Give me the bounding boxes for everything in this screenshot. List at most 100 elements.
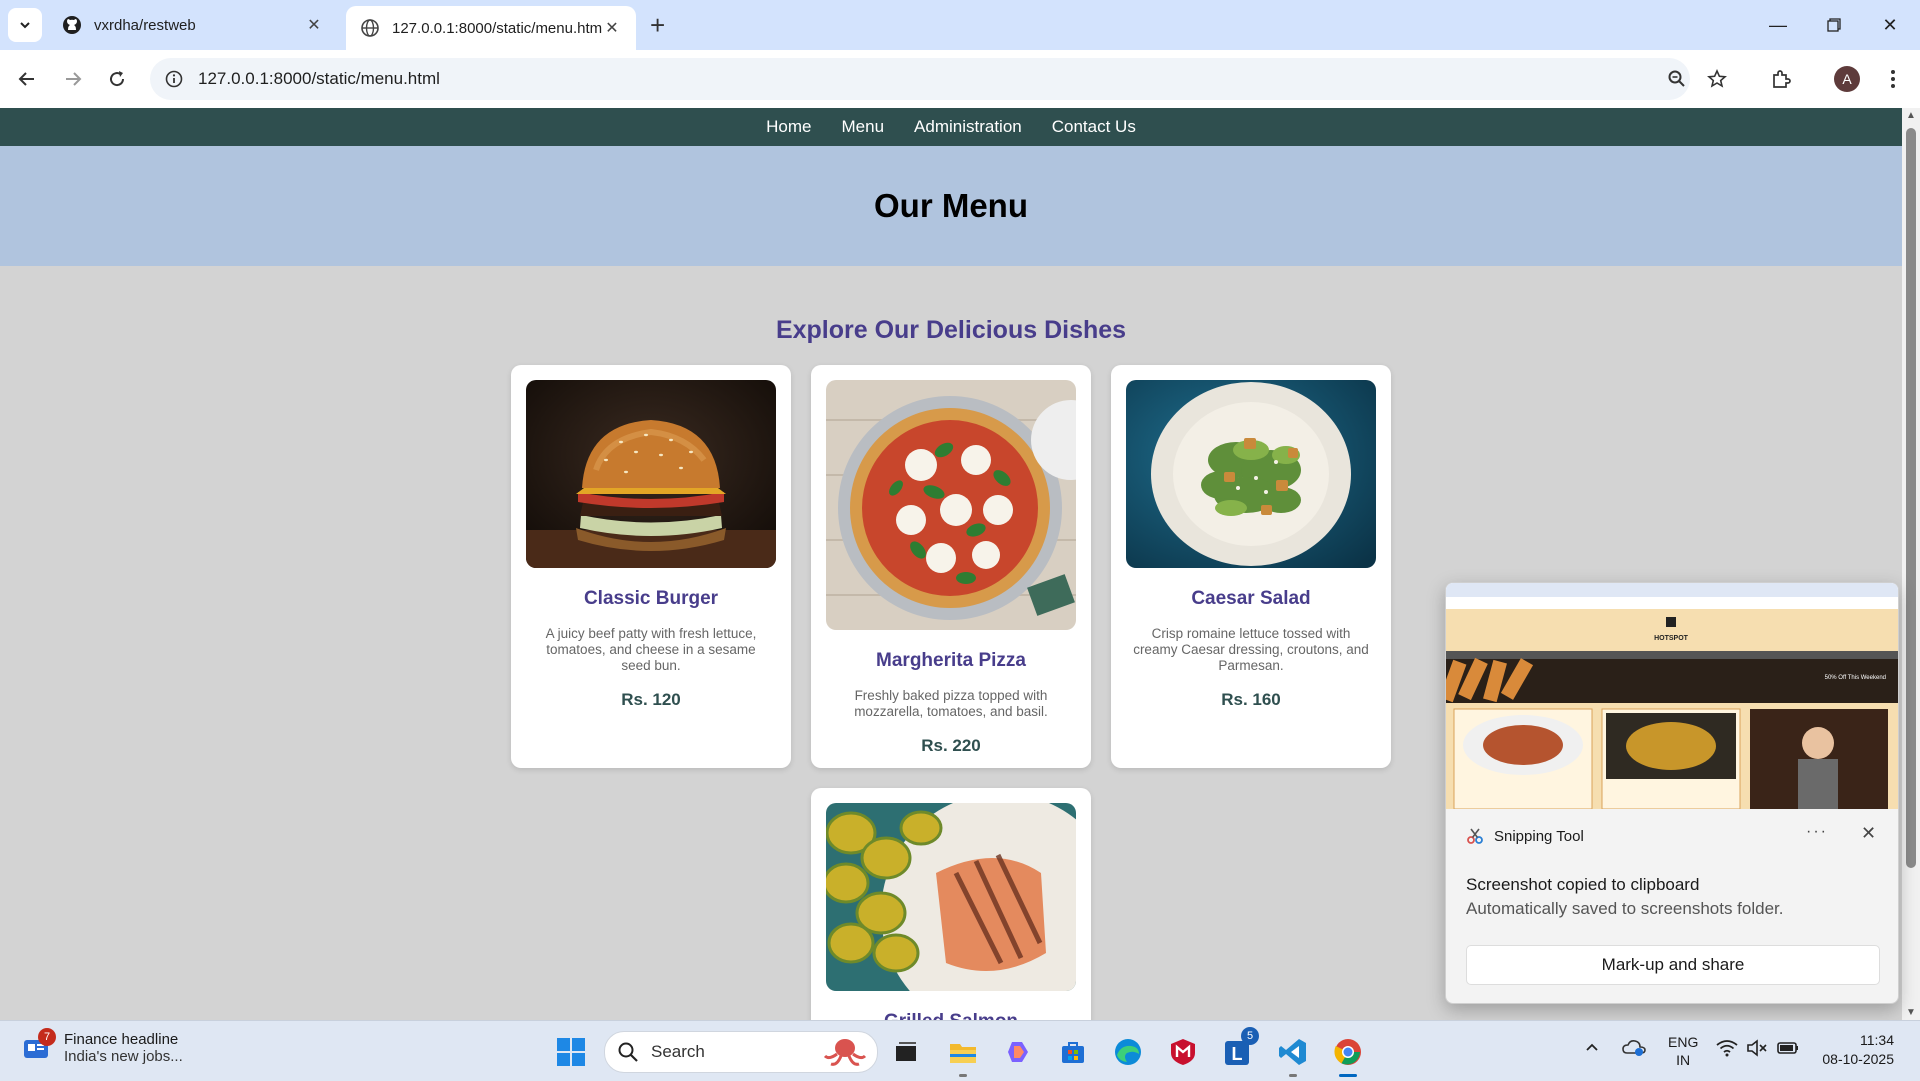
browser-tab-bar: vxrdha/restweb ✕ 127.0.0.1:8000/static/m… <box>0 0 1920 50</box>
windows-taskbar: 7 Finance headline India's new jobs... S… <box>0 1020 1920 1081</box>
dish-description: Freshly baked pizza topped with mozzarel… <box>854 688 1048 719</box>
nav-contact-us[interactable]: Contact Us <box>1052 117 1136 137</box>
preview-brand: HOTSPOT <box>1654 635 1689 642</box>
screenshot-preview[interactable]: HOTSPOT 50% Off This Weekend <box>1446 583 1898 809</box>
chrome-icon[interactable] <box>1331 1035 1365 1077</box>
clock-date: 08-10-2025 <box>1822 1051 1894 1067</box>
dish-name: Grilled Salmon <box>826 1011 1076 1020</box>
language-bottom: IN <box>1676 1052 1691 1068</box>
section-title: Explore Our Delicious Dishes <box>775 316 1127 344</box>
page-scrollbar[interactable]: ▲ ▼ <box>1902 108 1920 1020</box>
site-info-icon[interactable] <box>164 69 184 89</box>
close-icon[interactable]: ✕ <box>602 18 622 38</box>
microsoft-store-icon[interactable] <box>1056 1035 1090 1069</box>
dish-name: Margherita Pizza <box>876 650 1026 671</box>
forward-button[interactable] <box>56 62 90 96</box>
toast-app-name: Snipping Tool <box>1494 827 1584 845</box>
onedrive-icon[interactable] <box>1622 1037 1646 1060</box>
new-tab-button[interactable]: + <box>650 10 665 40</box>
more-menu-icon[interactable] <box>1876 62 1910 96</box>
dish-card-salmon: Grilled Salmon <box>811 788 1091 1020</box>
back-arrow-icon <box>18 72 34 86</box>
dish-image-pizza <box>826 380 1076 630</box>
octopus-search-highlight-icon <box>823 1039 867 1066</box>
scroll-up-icon[interactable]: ▲ <box>1906 110 1916 121</box>
dish-image-salad <box>1126 380 1376 568</box>
chevron-down-icon <box>20 22 30 29</box>
dish-price: Rs. 220 <box>921 736 981 755</box>
dish-card-burger: Classic Burger A juicy beef patty with f… <box>511 365 791 768</box>
tab-github[interactable]: vxrdha/restweb ✕ <box>48 6 338 44</box>
extensions-icon[interactable] <box>1764 62 1798 96</box>
zoom-icon[interactable] <box>1660 62 1694 96</box>
chevron-up-icon <box>1586 1043 1598 1051</box>
edge-icon[interactable] <box>1111 1035 1145 1069</box>
address-bar[interactable]: 127.0.0.1:8000/static/menu.html <box>150 58 1690 100</box>
scroll-down-icon[interactable]: ▼ <box>1906 1007 1916 1018</box>
scrollbar-thumb[interactable] <box>1906 128 1916 868</box>
nav-home[interactable]: Home <box>766 117 811 137</box>
hero-header: Our Menu <box>0 146 1902 266</box>
reload-button[interactable] <box>100 62 134 96</box>
more-options-icon[interactable]: ··· <box>1806 823 1828 841</box>
search-icon <box>618 1042 638 1062</box>
running-indicator <box>1289 1074 1297 1077</box>
news-badge: 7 <box>38 1028 56 1046</box>
browser-toolbar: 127.0.0.1:8000/static/menu.html A <box>0 50 1920 108</box>
news-headline: Finance headline <box>64 1031 179 1048</box>
close-window-button[interactable]: ✕ <box>1862 8 1918 42</box>
taskbar-search[interactable]: Search <box>604 1031 878 1073</box>
nav-administration[interactable]: Administration <box>914 117 1022 137</box>
snipping-tool-notification: HOTSPOT 50% Off This Weekend Snipping To… <box>1445 582 1899 1004</box>
nav-menu[interactable]: Menu <box>842 117 885 137</box>
bookmark-star-icon[interactable] <box>1700 62 1734 96</box>
wifi-icon[interactable] <box>1716 1039 1738 1060</box>
dish-card-pizza: Margherita Pizza Freshly baked pizza top… <box>811 365 1091 768</box>
copilot-icon[interactable] <box>1001 1035 1035 1069</box>
clock-time: 11:34 <box>1860 1032 1894 1048</box>
volume-muted-icon[interactable] <box>1746 1039 1768 1060</box>
back-button[interactable] <box>10 62 44 96</box>
search-label: Search <box>651 1042 705 1061</box>
markup-and-share-button[interactable]: Mark-up and share <box>1466 945 1880 985</box>
restore-button[interactable] <box>1806 8 1862 42</box>
system-clock[interactable]: 11:34 08-10-2025 <box>1812 1031 1894 1069</box>
preview-banner: 50% Off This Weekend <box>1825 675 1886 681</box>
show-hidden-icons-chevron[interactable] <box>1584 1039 1600 1058</box>
dish-name: Caesar Salad <box>1191 588 1311 609</box>
tab-search-button[interactable] <box>8 8 42 42</box>
vscode-icon[interactable] <box>1276 1035 1310 1077</box>
github-icon <box>62 15 82 35</box>
close-icon[interactable]: ✕ <box>304 15 324 35</box>
news-widget[interactable]: 7 Finance headline India's new jobs... <box>22 1028 183 1065</box>
mcafee-icon[interactable] <box>1166 1035 1200 1069</box>
toast-header: Snipping Tool <box>1466 827 1584 845</box>
dish-name: Classic Burger <box>583 588 719 609</box>
active-indicator <box>1339 1074 1357 1077</box>
start-button[interactable] <box>554 1035 588 1069</box>
outlook-badge: 5 <box>1241 1027 1259 1045</box>
language-indicator[interactable]: ENG IN <box>1668 1033 1698 1069</box>
site-navbar: Home Menu Administration Contact Us <box>0 108 1902 146</box>
news-subtext: India's new jobs... <box>64 1048 183 1065</box>
globe-icon <box>360 18 380 38</box>
battery-icon[interactable] <box>1776 1039 1800 1060</box>
reload-icon <box>110 71 125 87</box>
dish-image-burger <box>526 380 776 568</box>
tab-menu-page[interactable]: 127.0.0.1:8000/static/menu.html ✕ <box>346 6 636 50</box>
profile-avatar[interactable]: A <box>1830 62 1864 96</box>
windows-logo-icon <box>557 1038 585 1066</box>
file-explorer-icon[interactable] <box>946 1035 980 1077</box>
outlook-icon[interactable]: L 5 <box>1221 1027 1259 1069</box>
restore-icon <box>1827 18 1841 32</box>
address-text: 127.0.0.1:8000/static/menu.html <box>198 69 440 88</box>
tab-title: 127.0.0.1:8000/static/menu.html <box>392 19 602 37</box>
svg-text:L: L <box>1232 1044 1243 1064</box>
toast-title: Screenshot copied to clipboard <box>1466 875 1700 894</box>
close-icon[interactable]: ✕ <box>1861 823 1876 844</box>
minimize-button[interactable]: — <box>1750 8 1806 42</box>
toast-subtitle: Automatically saved to screenshots folde… <box>1466 899 1784 918</box>
forward-arrow-icon <box>66 72 82 86</box>
task-view-icon[interactable] <box>889 1035 923 1069</box>
dish-image-salmon <box>826 803 1076 991</box>
